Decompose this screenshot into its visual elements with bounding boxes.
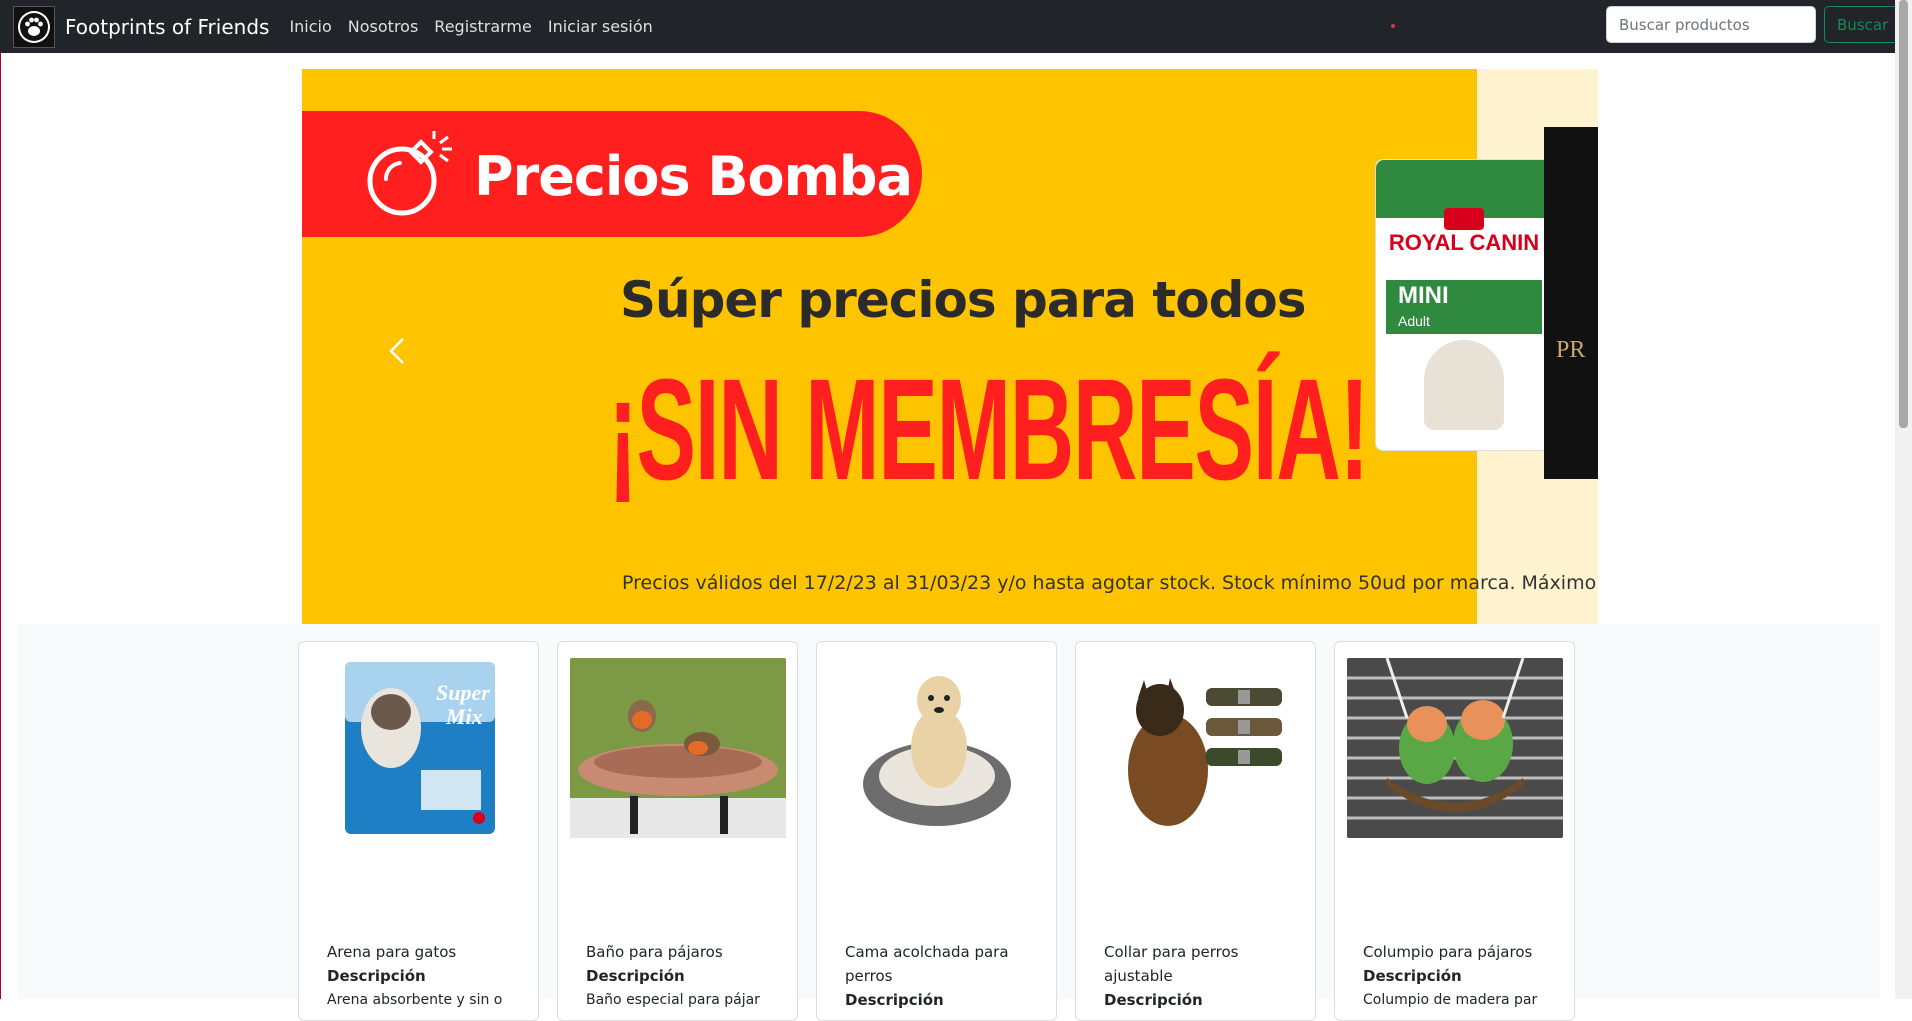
product-info: Baño para pájaros Descripción Baño espec… <box>586 940 776 1012</box>
bomb-icon <box>367 131 452 216</box>
banner-fine-print: Precios válidos del 17/2/23 al 31/03/23 … <box>622 572 1598 594</box>
nav-link-inicio[interactable]: Inicio <box>289 17 331 36</box>
bird-swing-image <box>1347 658 1563 838</box>
search-input[interactable] <box>1606 6 1816 43</box>
product-card[interactable]: Columpio para pájaros Descripción Colump… <box>1334 641 1575 1021</box>
banner-headline: ¡SIN MEMBRESÍA! <box>608 349 1369 510</box>
product-description: Columpio de madera par <box>1363 992 1538 1008</box>
banner-subtitle: Súper precios para todos <box>620 271 1307 329</box>
bird-bath-image <box>570 658 786 838</box>
nav-link-registrarme[interactable]: Registrarme <box>434 17 532 36</box>
bag2-text: PR <box>1556 337 1586 363</box>
bag-variant: Adult <box>1398 313 1430 329</box>
banner-title-pill: Precios Bomba <box>302 111 922 237</box>
dog-bed-image <box>829 658 1045 838</box>
product-title: Cama acolchada para perros <box>845 943 1009 985</box>
indicator-dot <box>1391 24 1395 28</box>
nav-link-nosotros[interactable]: Nosotros <box>348 17 419 36</box>
brand-name: Footprints of Friends <box>65 14 270 39</box>
scrollbar-thumb[interactable] <box>1899 0 1908 428</box>
page-border <box>0 53 1 999</box>
chevron-left-icon <box>389 338 404 364</box>
product-card[interactable]: Super Mix Arena para gatos Descripción A… <box>298 641 539 1021</box>
nav-links: Inicio Nosotros Registrarme Iniciar sesi… <box>289 17 668 36</box>
product-title: Collar para perros ajustable <box>1104 943 1239 985</box>
description-label: Descripción <box>1104 991 1203 1009</box>
product-card[interactable]: Cama acolchada para perros Descripción <box>816 641 1057 1021</box>
product-card[interactable]: Baño para pájaros Descripción Baño espec… <box>557 641 798 1021</box>
search-form: Buscar <box>1606 6 1902 43</box>
banner-pill-title: Precios Bomba <box>474 145 913 208</box>
search-button[interactable]: Buscar <box>1824 6 1902 43</box>
product-title: Columpio para pájaros <box>1363 943 1533 961</box>
navbar: Footprints of Friends Inicio Nosotros Re… <box>0 0 1902 53</box>
product-card[interactable]: Collar para perros ajustable Descripción <box>1075 641 1316 1021</box>
product-title: Arena para gatos <box>327 943 457 961</box>
description-label: Descripción <box>586 967 685 985</box>
product-info: Cama acolchada para perros Descripción <box>845 940 1035 1012</box>
product-info: Collar para perros ajustable Descripción <box>1104 940 1294 1012</box>
svg-text:Mix: Mix <box>445 704 483 729</box>
nav-link-iniciar-sesion[interactable]: Iniciar sesión <box>548 17 653 36</box>
dog-collar-image <box>1088 658 1304 838</box>
product-description: Baño especial para pájar <box>586 992 760 1008</box>
svg-text:Super: Super <box>436 680 490 705</box>
carousel-prev-button[interactable] <box>378 331 418 371</box>
bag-brand: ROYAL CANIN <box>1388 230 1540 255</box>
description-label: Descripción <box>845 991 944 1009</box>
product-title: Baño para pájaros <box>586 943 723 961</box>
paw-icon <box>13 5 55 48</box>
description-label: Descripción <box>1363 967 1462 985</box>
page-scrollbar[interactable] <box>1895 0 1912 999</box>
product-bag-2-image: PR <box>1544 127 1598 479</box>
product-bag-image: ROYAL CANIN MINI Adult <box>1375 159 1553 451</box>
description-label: Descripción <box>327 967 426 985</box>
brand-link[interactable]: Footprints of Friends <box>13 5 270 48</box>
promo-carousel[interactable]: Precios Bomba Súper precios para todos ¡… <box>302 69 1598 624</box>
crown-icon <box>1444 208 1484 230</box>
dog-illustration <box>1424 340 1504 430</box>
cat-litter-image: Super Mix <box>311 658 527 838</box>
product-info: Arena para gatos Descripción Arena absor… <box>327 940 517 1012</box>
product-info: Columpio para pájaros Descripción Colump… <box>1363 940 1553 1012</box>
product-description: Arena absorbente y sin o <box>327 992 503 1008</box>
bag-line: MINI <box>1398 282 1449 309</box>
